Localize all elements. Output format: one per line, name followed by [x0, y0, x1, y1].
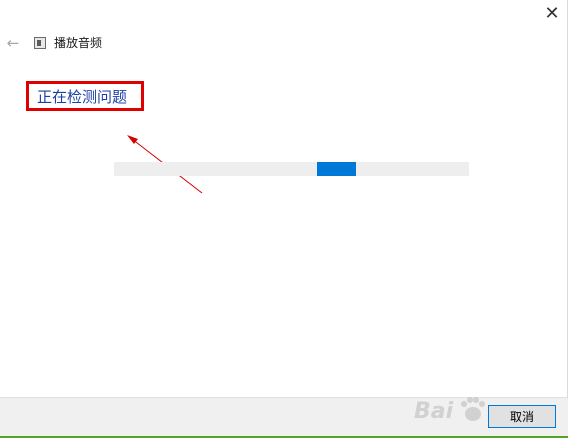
back-arrow-icon: ←	[6, 34, 20, 52]
bottom-strip	[0, 438, 568, 446]
troubleshooter-app-icon	[34, 37, 46, 49]
footer-bar	[0, 397, 568, 436]
back-button[interactable]: ←	[4, 33, 22, 53]
close-icon: ✕	[544, 2, 560, 24]
troubleshooter-window: ✕ ← 播放音频 正在检测问题 Bai 取消	[0, 0, 568, 446]
progress-bar	[114, 162, 469, 176]
window-title: 播放音频	[54, 36, 103, 50]
annotation-arrow	[127, 135, 203, 194]
page-heading: 正在检测问题	[37, 87, 128, 106]
heading-highlight-box: 正在检测问题	[26, 81, 144, 111]
close-button[interactable]: ✕	[536, 0, 568, 26]
progress-indicator	[317, 162, 356, 176]
cancel-button[interactable]: 取消	[488, 405, 556, 428]
